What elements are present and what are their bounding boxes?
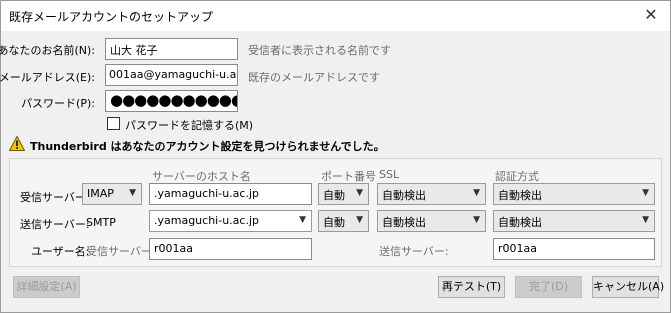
column-header-ssl: SSL <box>379 168 400 181</box>
remember-password-checkbox[interactable] <box>107 117 120 130</box>
column-header-auth: 認証方式 <box>495 170 539 183</box>
chevron-down-icon: ▼ <box>356 215 363 225</box>
password-input[interactable]: ●●●●●●●●●●●● <box>105 90 238 112</box>
incoming-username-input[interactable]: r001aa <box>149 238 312 260</box>
username-incoming-label: 受信サーバー: <box>86 245 156 258</box>
chevron-down-icon: ▼ <box>129 188 136 198</box>
name-label: あなたのお名前(N): <box>0 44 95 57</box>
chevron-down-icon: ▼ <box>473 188 480 198</box>
incoming-server-label: 受信サーバー: <box>20 191 90 204</box>
done-button[interactable]: 完了(D) <box>515 276 582 298</box>
outgoing-username-input[interactable]: r001aa <box>493 238 655 260</box>
outgoing-host-combobox[interactable]: .yamaguchi-u.ac.jp ▼ <box>149 210 312 232</box>
incoming-ssl-value: 自動検出 <box>382 189 426 202</box>
incoming-port-value: 自動 <box>323 189 345 202</box>
warning-message: Thunderbird はあなたのアカウント設定を見つけられませんでした。 <box>30 140 385 153</box>
cancel-button[interactable]: キャンセル(A) <box>592 276 664 298</box>
name-hint: 受信者に表示される名前です <box>248 44 391 57</box>
chevron-down-icon: ▼ <box>642 188 649 198</box>
outgoing-port-select[interactable]: 自動 ▼ <box>318 210 369 232</box>
incoming-protocol-value: IMAP <box>87 187 114 200</box>
warning-icon <box>8 135 26 151</box>
retest-button[interactable]: 再テスト(T) <box>438 276 505 298</box>
chevron-down-icon: ▼ <box>356 188 363 198</box>
outgoing-ssl-value: 自動検出 <box>382 216 426 229</box>
username-outgoing-label: 送信サーバー: <box>379 245 449 258</box>
incoming-protocol-select[interactable]: IMAP ▼ <box>82 183 142 205</box>
title-bar: 既存メールアカウントのセットアップ ✕ <box>1 1 670 31</box>
name-input[interactable]: 山大 花子 <box>105 38 238 60</box>
password-label: パスワード(P): <box>21 97 95 110</box>
account-setup-dialog: 既存メールアカウントのセットアップ ✕ あなたのお名前(N): 山大 花子 受信… <box>0 0 671 313</box>
incoming-host-input[interactable]: .yamaguchi-u.ac.jp <box>149 183 312 205</box>
chevron-down-icon: ▼ <box>299 215 306 225</box>
outgoing-auth-value: 自動検出 <box>498 216 542 229</box>
column-header-port: ポート番号 <box>321 170 376 183</box>
username-label: ユーザー名: <box>31 245 90 258</box>
outgoing-port-value: 自動 <box>323 216 345 229</box>
outgoing-host-value: .yamaguchi-u.ac.jp <box>154 214 259 227</box>
column-header-host: サーバーのホスト名 <box>152 170 251 183</box>
outgoing-auth-select[interactable]: 自動検出 ▼ <box>493 210 655 232</box>
close-icon[interactable]: ✕ <box>642 6 660 24</box>
outgoing-ssl-select[interactable]: 自動検出 ▼ <box>377 210 486 232</box>
chevron-down-icon: ▼ <box>473 215 480 225</box>
incoming-auth-value: 自動検出 <box>498 189 542 202</box>
chevron-down-icon: ▼ <box>642 215 649 225</box>
email-input[interactable]: 001aa@yamaguchi-u.ac.jp <box>105 64 238 86</box>
window-title: 既存メールアカウントのセットアップ <box>9 10 214 24</box>
incoming-ssl-select[interactable]: 自動検出 ▼ <box>377 183 486 205</box>
email-hint: 既存のメールアドレスです <box>248 71 380 84</box>
incoming-auth-select[interactable]: 自動検出 ▼ <box>493 183 655 205</box>
outgoing-protocol-label: SMTP <box>86 216 116 229</box>
remember-password-label[interactable]: パスワードを記憶する(M) <box>125 117 253 133</box>
email-label: メールアドレス(E): <box>0 71 95 84</box>
incoming-port-select[interactable]: 自動 ▼ <box>318 183 369 205</box>
outgoing-server-label: 送信サーバー: <box>20 218 90 231</box>
advanced-config-button[interactable]: 詳細設定(A) <box>13 276 80 298</box>
